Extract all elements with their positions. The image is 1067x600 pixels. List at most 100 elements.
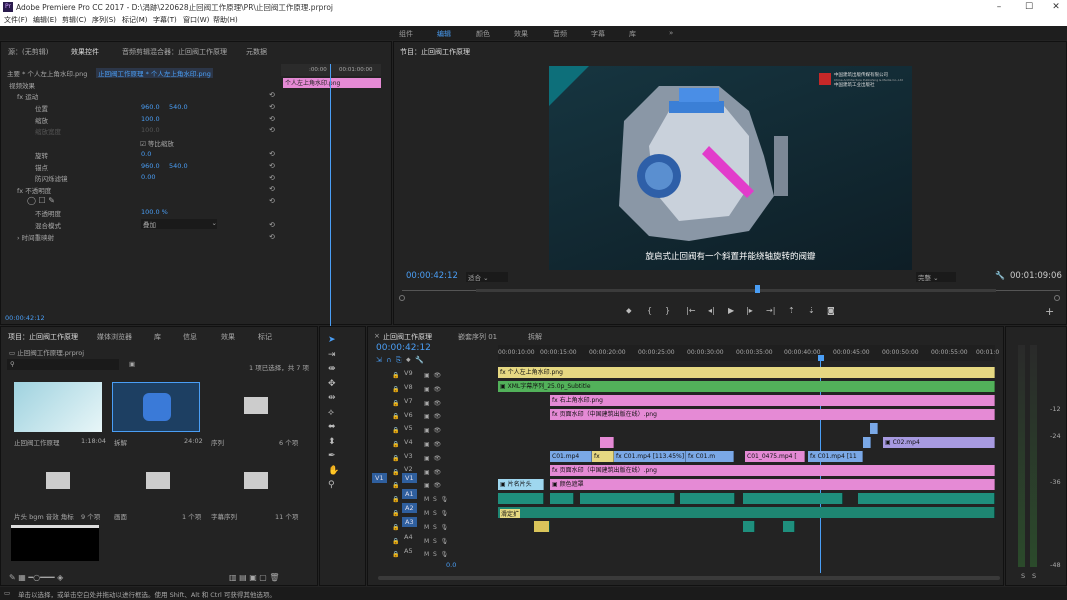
go-to-in-icon[interactable]: |← (686, 306, 695, 315)
clip-v4-small[interactable] (600, 437, 614, 448)
track-v8[interactable]: V8 (404, 383, 413, 391)
effect-controls-timecode[interactable]: 00:00:42:12 (5, 314, 45, 322)
track-v7[interactable]: V7 (404, 397, 413, 405)
mark-in-icon[interactable]: { (647, 306, 652, 315)
master-volume[interactable]: 0.0 (446, 561, 456, 569)
tab-markers[interactable]: 标记 (258, 332, 272, 342)
track-v5[interactable]: V5 (404, 424, 413, 432)
timeline-toolbar-icons[interactable]: ⇲ ∩ ⎘ ⬥ 🔧 (376, 356, 424, 365)
track-a4[interactable]: A4 (404, 533, 413, 541)
solo-left-button[interactable]: S (1021, 572, 1025, 580)
track-v1[interactable]: V1 (402, 473, 417, 483)
program-timecode[interactable]: 00:00:42:12 (406, 271, 458, 281)
search-input[interactable]: ⚲ (7, 359, 119, 370)
timeline-ruler[interactable]: 00:00:10:00 00:00:15:00 00:00:20:00 00:0… (498, 345, 999, 361)
scale-value[interactable]: 100.0 (141, 115, 160, 123)
position-y[interactable]: 540.0 (169, 103, 188, 111)
project-bottom-toolbar-right[interactable]: ▥ ▤ ▣ ▢ 🗑 (229, 573, 280, 582)
wrench-icon[interactable]: 🔧 (995, 271, 1005, 280)
audio-a2-bgm[interactable]: 滑定扩 (498, 507, 995, 518)
extract-icon[interactable]: ⇣ (808, 306, 815, 315)
audio-a3-3[interactable] (783, 521, 795, 532)
add-marker-icon[interactable]: ⬥ (626, 306, 632, 316)
folder-icon[interactable] (46, 472, 70, 489)
track-v2[interactable]: V2 (404, 465, 413, 473)
mini-clip-bar[interactable]: 个人左上角水印.png (283, 78, 381, 88)
track-a3[interactable]: A3 (402, 517, 417, 527)
uniform-scale-checkbox[interactable]: ☑ 等比缩放 (140, 138, 174, 148)
thumb-black-clip[interactable] (11, 525, 99, 561)
menu-help[interactable]: 帮助(H) (213, 15, 238, 25)
opacity-value[interactable]: 100.0 % (141, 208, 168, 216)
anchor-y[interactable]: 540.0 (169, 162, 188, 170)
blend-mode-select[interactable]: 叠加 ⌄ (141, 219, 217, 229)
new-bin-icon[interactable]: ▣ (129, 360, 135, 368)
solo-right-button[interactable]: S (1032, 572, 1036, 580)
track-lock-icons[interactable]: 🔒 🔒 🔒 🔒 🔒 🔒 🔒 🔒 🔒 🔒 🔒 🔒 🔒 🔒 (392, 369, 399, 562)
program-monitor-title[interactable]: 节目：止回阀工作原理 (400, 47, 470, 57)
tab-source[interactable]: 源：(无剪辑) (8, 47, 48, 57)
tool-icons[interactable]: ➤ ⇥ ⇼ ✥ ⇹ ⟡ ⬌ ⬍ ✒ ✋ ⚲ (328, 333, 339, 493)
maximize-icon[interactable]: ☐ (1023, 1, 1035, 13)
menu-clip[interactable]: 剪辑(C) (62, 15, 86, 25)
clip-v8-subtitle[interactable]: ▣ XML字幕序列_25.0p_Subtitle (498, 381, 995, 392)
mark-out-icon[interactable]: } (665, 306, 670, 315)
clip-v4-c02[interactable]: ▣ C02.mp4 (883, 437, 995, 448)
minimize-icon[interactable]: – (993, 1, 1005, 13)
clip-v2-watermark[interactable]: fx 页面水印（中国建筑出版在线）.png (550, 465, 995, 476)
audio-a3-2[interactable] (743, 521, 755, 532)
tab-effect-controls[interactable]: 效果控件 (71, 47, 99, 57)
position-x[interactable]: 960.0 (141, 103, 160, 111)
project-bottom-toolbar-left[interactable]: ✎ ▦ ━○━━━ ◈ (9, 573, 63, 582)
clip-link[interactable]: 止回阀工作原理 * 个人左上角水印.png (96, 68, 213, 78)
thumb-disassembly[interactable] (112, 382, 200, 432)
track-v3[interactable]: V3 (404, 452, 413, 460)
clip-v1-color-matte[interactable]: ▣ 颜色遮罩 (550, 479, 995, 490)
zoom-handle-left[interactable] (399, 295, 405, 301)
selection-tool-icon[interactable]: ➤ (328, 335, 336, 345)
folder-icon[interactable] (146, 472, 170, 489)
timeline-playhead-handle[interactable] (818, 355, 824, 361)
menu-file[interactable]: 文件(F) (4, 15, 28, 25)
clip-v6-watermark[interactable]: fx 页面水印（中国建筑出版在线）.png (550, 409, 995, 420)
workspace-editing[interactable]: 编辑 (437, 29, 451, 39)
zoom-handle-right[interactable] (1054, 295, 1060, 301)
reset-icons[interactable]: ⟲ ⟲ ⟲ ⟲ ⟲ ⟲ ⟲ ⟲ ⟲ ⟲ ⟲ (269, 90, 275, 243)
audio-a1-5[interactable] (743, 493, 843, 504)
folder-icon[interactable] (244, 397, 268, 414)
lift-icon[interactable]: ⇡ (788, 306, 795, 315)
quality-select[interactable]: 完整 ⌄ (916, 272, 956, 282)
button-editor-add-icon[interactable]: + (1045, 305, 1054, 318)
export-frame-icon[interactable]: ◙ (827, 306, 835, 315)
audio-a1-6[interactable] (858, 493, 995, 504)
workspace-libraries[interactable]: 库 (629, 29, 636, 39)
tab-metadata[interactable]: 元数据 (246, 47, 267, 57)
audio-a1-2[interactable] (550, 493, 574, 504)
clip-v3-6[interactable]: fx C01.mp4 [11 (808, 451, 863, 462)
track-a1[interactable]: A1 (402, 489, 417, 499)
close-icon[interactable]: ✕ (1050, 1, 1062, 13)
track-v6[interactable]: V6 (404, 411, 413, 419)
clip-v4-small-2[interactable] (863, 437, 871, 448)
clip-v3-3[interactable]: fx C01.mp4 [113.45%] (614, 451, 686, 462)
tab-project[interactable]: 项目：止回阀工作原理 (8, 332, 78, 342)
timeline-scrollbar[interactable] (378, 576, 1000, 580)
workspace-audio[interactable]: 音频 (553, 29, 567, 39)
step-back-icon[interactable]: ◂| (708, 306, 715, 315)
tab-media-browser[interactable]: 媒体浏览器 (97, 332, 132, 342)
clip-v1-title[interactable]: ▣ 片名片头 (498, 479, 544, 490)
go-to-out-icon[interactable]: →| (766, 306, 775, 315)
mini-playhead[interactable] (330, 64, 331, 326)
rotation-value[interactable]: 0.0 (141, 150, 151, 158)
menu-marker[interactable]: 标记(M) (122, 15, 148, 25)
clip-v3-2[interactable]: fx (592, 451, 614, 462)
step-forward-icon[interactable]: |▸ (746, 306, 753, 315)
program-zoom-bar[interactable] (476, 289, 996, 292)
audio-a1-4[interactable] (680, 493, 735, 504)
folder-icon[interactable] (244, 472, 268, 489)
audio-a1-1[interactable] (498, 493, 544, 504)
play-icon[interactable]: ▶ (728, 306, 734, 315)
thumb-sequence[interactable] (14, 382, 102, 432)
workspace-color[interactable]: 颜色 (476, 29, 490, 39)
timeline-timecode[interactable]: 00:00:42:12 (376, 343, 431, 353)
